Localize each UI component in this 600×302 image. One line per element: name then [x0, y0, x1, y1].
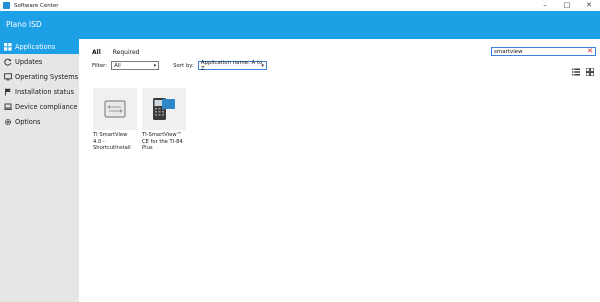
view-toggle — [572, 61, 595, 80]
app-tile-image — [93, 88, 137, 130]
app-icon — [3, 2, 10, 9]
sidebar-item-applications[interactable]: Applications — [0, 39, 79, 54]
filter-sort-row: Filter: All ▾ Sort by: Application name:… — [92, 59, 267, 72]
filter-value: All — [114, 62, 121, 69]
filter-label: Filter: — [92, 62, 108, 69]
chevron-down-icon: ▾ — [261, 63, 264, 69]
flag-icon — [4, 88, 12, 96]
ti84-calculator-icon — [153, 98, 175, 120]
app-name: TI-SmartView™ CE for the TI-84 Plus — [142, 132, 183, 151]
sidebar-item-label: Installation status — [15, 87, 74, 96]
grid-view-icon[interactable] — [585, 61, 595, 80]
app-tile[interactable]: TI SmartView 4.0 - ShortcutInstall — [93, 88, 137, 151]
sidebar-item-options[interactable]: Options — [0, 114, 79, 129]
laptop-icon — [4, 103, 12, 111]
window-controls: – □ ✕ — [534, 0, 600, 11]
search-input[interactable] — [492, 48, 586, 55]
tab-all[interactable]: All — [92, 49, 101, 56]
sort-dropdown[interactable]: Application name: A to Z ▾ — [197, 59, 267, 72]
app-placeholder-icon — [104, 100, 126, 118]
sidebar-item-label: Device compliance — [15, 102, 78, 111]
clear-search-icon[interactable]: ✕ — [587, 48, 593, 55]
tab-required[interactable]: Required — [113, 49, 140, 56]
sidebar-item-label: Applications — [15, 42, 56, 51]
chevron-down-icon: ▾ — [153, 63, 157, 69]
sidebar-item-device-compliance[interactable]: Device compliance — [0, 99, 79, 114]
sidebar-item-label: Options — [15, 117, 41, 126]
tab-bar: All Required — [92, 49, 139, 56]
sidebar-item-label: Updates — [15, 57, 43, 66]
sidebar-item-operating-systems[interactable]: Operating Systems — [0, 69, 79, 84]
app-tile[interactable]: TI-SmartView™ CE for the TI-84 Plus — [142, 88, 186, 151]
search-box: ✕ — [491, 47, 596, 56]
sort-label: Sort by: — [173, 62, 194, 69]
sidebar-item-installation-status[interactable]: Installation status — [0, 84, 79, 99]
minimize-button[interactable]: – — [534, 0, 556, 11]
window-titlebar: Software Center – □ ✕ — [0, 0, 600, 11]
monitor-icon — [4, 72, 12, 81]
sidebar-item-label: Operating Systems — [15, 72, 79, 81]
sort-value: Application name: A to Z — [200, 59, 263, 72]
main-content: All Required ✕ Filter: All ▾ Sort by: Ap… — [79, 39, 600, 302]
list-view-icon[interactable] — [572, 61, 580, 80]
sidebar: Applications Updates Operating Systems I… — [0, 39, 79, 302]
org-banner: Plano ISD — [0, 11, 600, 39]
close-button[interactable]: ✕ — [578, 0, 600, 11]
gear-icon — [4, 118, 12, 126]
maximize-button[interactable]: □ — [556, 0, 578, 11]
window-title: Software Center — [14, 2, 59, 9]
apps-grid-icon — [4, 42, 12, 51]
sidebar-item-updates[interactable]: Updates — [0, 54, 79, 69]
app-tile-image — [142, 88, 186, 130]
app-name: TI SmartView 4.0 - ShortcutInstall — [93, 132, 131, 151]
org-name: Plano ISD — [6, 20, 42, 29]
refresh-icon — [4, 58, 12, 66]
filter-dropdown[interactable]: All ▾ — [111, 61, 160, 70]
